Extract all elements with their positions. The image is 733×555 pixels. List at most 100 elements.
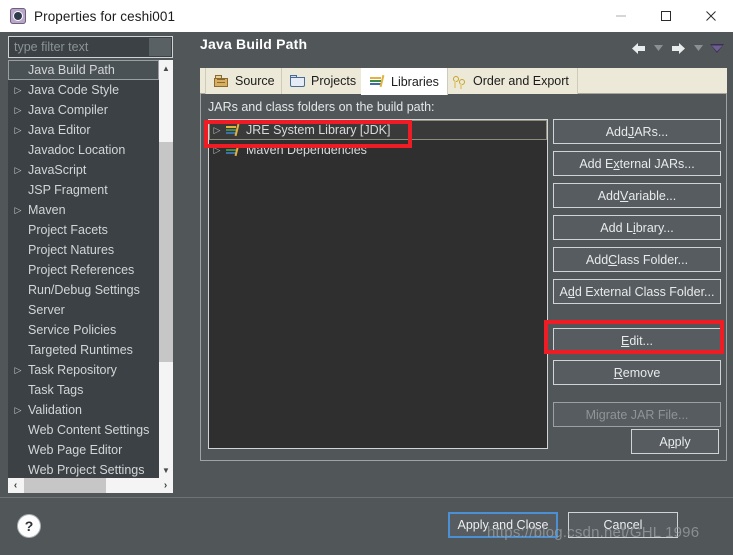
expand-triangle-icon[interactable]: ▷ <box>10 200 26 220</box>
sidebar-item-java-code-style[interactable]: ▷ Java Code Style <box>8 80 159 100</box>
forward-history-chevron-down-icon[interactable] <box>691 38 705 58</box>
sidebar-item-project-references[interactable]: Project References <box>8 260 159 280</box>
list-item[interactable]: ▷ JRE System Library [JDK] <box>209 120 547 140</box>
sidebar-item-web-content-settings[interactable]: Web Content Settings <box>8 420 159 440</box>
back-arrow-icon[interactable] <box>627 38 649 58</box>
add-external-class-folder-button[interactable]: Add External Class Folder... <box>553 279 721 304</box>
tab-source-label: Source <box>235 74 275 88</box>
sidebar-item-label: Javadoc Location <box>28 143 126 157</box>
sidebar-item-project-facets[interactable]: Project Facets <box>8 220 159 240</box>
search-input[interactable]: type filter text <box>8 36 173 58</box>
sidebar-item-web-project-settings[interactable]: Web Project Settings <box>8 460 159 478</box>
maximize-icon[interactable] <box>643 0 688 32</box>
expand-triangle-icon[interactable]: ▷ <box>10 80 26 100</box>
settings-tree[interactable]: Java Build Path ▷ Java Code Style ▷ Java Com… <box>8 60 173 478</box>
sidebar-item-targeted-runtimes[interactable]: Targeted Runtimes <box>8 340 159 360</box>
sidebar-item-label: Java Compiler <box>28 103 108 117</box>
expand-triangle-icon[interactable]: ▷ <box>209 140 225 160</box>
expand-triangle-icon[interactable]: ▷ <box>10 400 26 420</box>
add-library-button[interactable]: Add Li brary... <box>553 215 721 240</box>
sidebar-item-label: Task Repository <box>28 363 117 377</box>
sidebar-item-java-editor[interactable]: ▷ Java Editor <box>8 120 159 140</box>
sidebar-item-javadoc-location[interactable]: Javadoc Location <box>8 140 159 160</box>
add-jars-button[interactable]: Add J ARs... <box>553 119 721 144</box>
tab-libraries[interactable]: Libraries <box>361 68 448 95</box>
tab-strip: Source Projects Libraries Order and Expo… <box>200 68 727 95</box>
sidebar-item-label: Project Natures <box>28 243 115 257</box>
sidebar-item-task-tags[interactable]: Task Tags <box>8 380 159 400</box>
tab-source[interactable]: Source <box>205 68 284 94</box>
expand-triangle-icon[interactable]: ▷ <box>10 120 26 140</box>
tree-horizontal-scrollbar[interactable]: ‹ › <box>8 478 173 493</box>
source-folder-icon <box>213 74 230 89</box>
library-icon <box>225 123 242 137</box>
list-item-label: Maven Dependencies <box>246 143 367 157</box>
projects-folder-icon <box>289 74 306 89</box>
expand-triangle-icon[interactable]: ▷ <box>209 120 225 140</box>
forward-arrow-icon[interactable] <box>667 38 689 58</box>
close-icon[interactable] <box>688 0 733 32</box>
properties-gear-icon <box>10 8 26 24</box>
title-bar: Properties for ceshi001 <box>0 0 733 32</box>
libraries-books-icon <box>369 74 386 89</box>
sidebar-item-maven[interactable]: ▷ Maven <box>8 200 159 220</box>
scroll-right-icon[interactable]: › <box>158 478 173 493</box>
list-item-label: JRE System Library [JDK] <box>246 123 391 137</box>
sidebar-item-task-repository[interactable]: ▷ Task Repository <box>8 360 159 380</box>
expand-triangle-icon[interactable]: ▷ <box>10 100 26 120</box>
sidebar-item-label: Targeted Runtimes <box>28 343 133 357</box>
sidebar-item-web-page-editor[interactable]: Web Page Editor <box>8 440 159 460</box>
tree-vertical-scrollbar[interactable]: ▲ ▼ <box>159 60 173 478</box>
sidebar-item-label: Java Code Style <box>28 83 120 97</box>
properties-dialog: Properties for ceshi001 type filter text… <box>0 0 733 555</box>
tab-order-and-export-label: Order and Export <box>473 74 569 88</box>
migrate-jar-file-button: Migrate JAR File... <box>553 402 721 427</box>
sidebar-item-label: Java Editor <box>28 123 91 137</box>
apply-button[interactable]: Ap ply <box>631 429 719 454</box>
tab-order-and-export[interactable]: Order and Export <box>443 68 578 94</box>
apply-button-wrap: Ap ply <box>631 429 719 454</box>
expand-triangle-icon[interactable]: ▷ <box>10 160 26 180</box>
sidebar-item-label: Web Page Editor <box>28 443 123 457</box>
sidebar-item-label: Maven <box>28 203 66 217</box>
navigation-bar <box>627 38 727 58</box>
list-item[interactable]: ▷ Maven Dependencies <box>209 140 547 160</box>
back-history-chevron-down-icon[interactable] <box>651 38 665 58</box>
settings-tree-scroll: Java Build Path ▷ Java Code Style ▷ Java Com… <box>8 60 159 478</box>
edit-button[interactable]: Edit... <box>553 328 721 353</box>
minimize-icon[interactable] <box>598 0 643 32</box>
remove-button[interactable]: Remove <box>553 360 721 385</box>
scroll-left-icon[interactable]: ‹ <box>8 478 23 493</box>
window-controls <box>598 0 733 32</box>
sidebar-item-run-debug-settings[interactable]: Run/Debug Settings <box>8 280 159 300</box>
sidebar-item-label: Web Project Settings <box>28 463 145 477</box>
sidebar-item-label: Project References <box>28 263 135 277</box>
sidebar-item-validation[interactable]: ▷ Validation <box>8 400 159 420</box>
help-question-icon[interactable]: ? <box>18 515 40 537</box>
sidebar-item-server[interactable]: Server <box>8 300 159 320</box>
scroll-up-icon[interactable]: ▲ <box>159 60 173 76</box>
sidebar-item-project-natures[interactable]: Project Natures <box>8 240 159 260</box>
tab-projects-label: Projects <box>311 74 357 88</box>
sidebar-item-jsp-fragment[interactable]: JSP Fragment <box>8 180 159 200</box>
page-title: Java Build Path <box>200 36 308 52</box>
sidebar-item-label: Project Facets <box>28 223 108 237</box>
library-action-buttons: Add J ARs... Add Ex ternal JARs... Add Varia… <box>553 119 721 427</box>
add-variable-button[interactable]: Add Variable... <box>553 183 721 208</box>
add-external-jars-button[interactable]: Add Ex ternal JARs... <box>553 151 721 176</box>
view-menu-triangle-icon[interactable] <box>707 38 727 58</box>
sidebar-item-label: Validation <box>28 403 82 417</box>
watermark: https://blog.csdn.net/GHL 1996 <box>487 524 700 541</box>
scrollbar-thumb[interactable] <box>159 142 173 362</box>
sidebar-item-label: Run/Debug Settings <box>28 283 140 297</box>
expand-triangle-icon[interactable]: ▷ <box>10 360 26 380</box>
sidebar-item-javascript[interactable]: ▷ JavaScript <box>8 160 159 180</box>
sidebar-item-service-policies[interactable]: Service Policies <box>8 320 159 340</box>
sidebar-item-java-compiler[interactable]: ▷ Java Compiler <box>8 100 159 120</box>
sidebar-item-java-build-path[interactable]: Java Build Path <box>8 60 159 80</box>
add-class-folder-button[interactable]: Add Class Folder... <box>553 247 721 272</box>
h-scrollbar-thumb[interactable] <box>24 478 106 493</box>
tab-projects[interactable]: Projects <box>281 68 366 94</box>
scroll-down-icon[interactable]: ▼ <box>159 462 173 478</box>
build-path-list[interactable]: ▷ JRE System Library [JDK] ▷ Maven Dependen… <box>208 119 548 449</box>
